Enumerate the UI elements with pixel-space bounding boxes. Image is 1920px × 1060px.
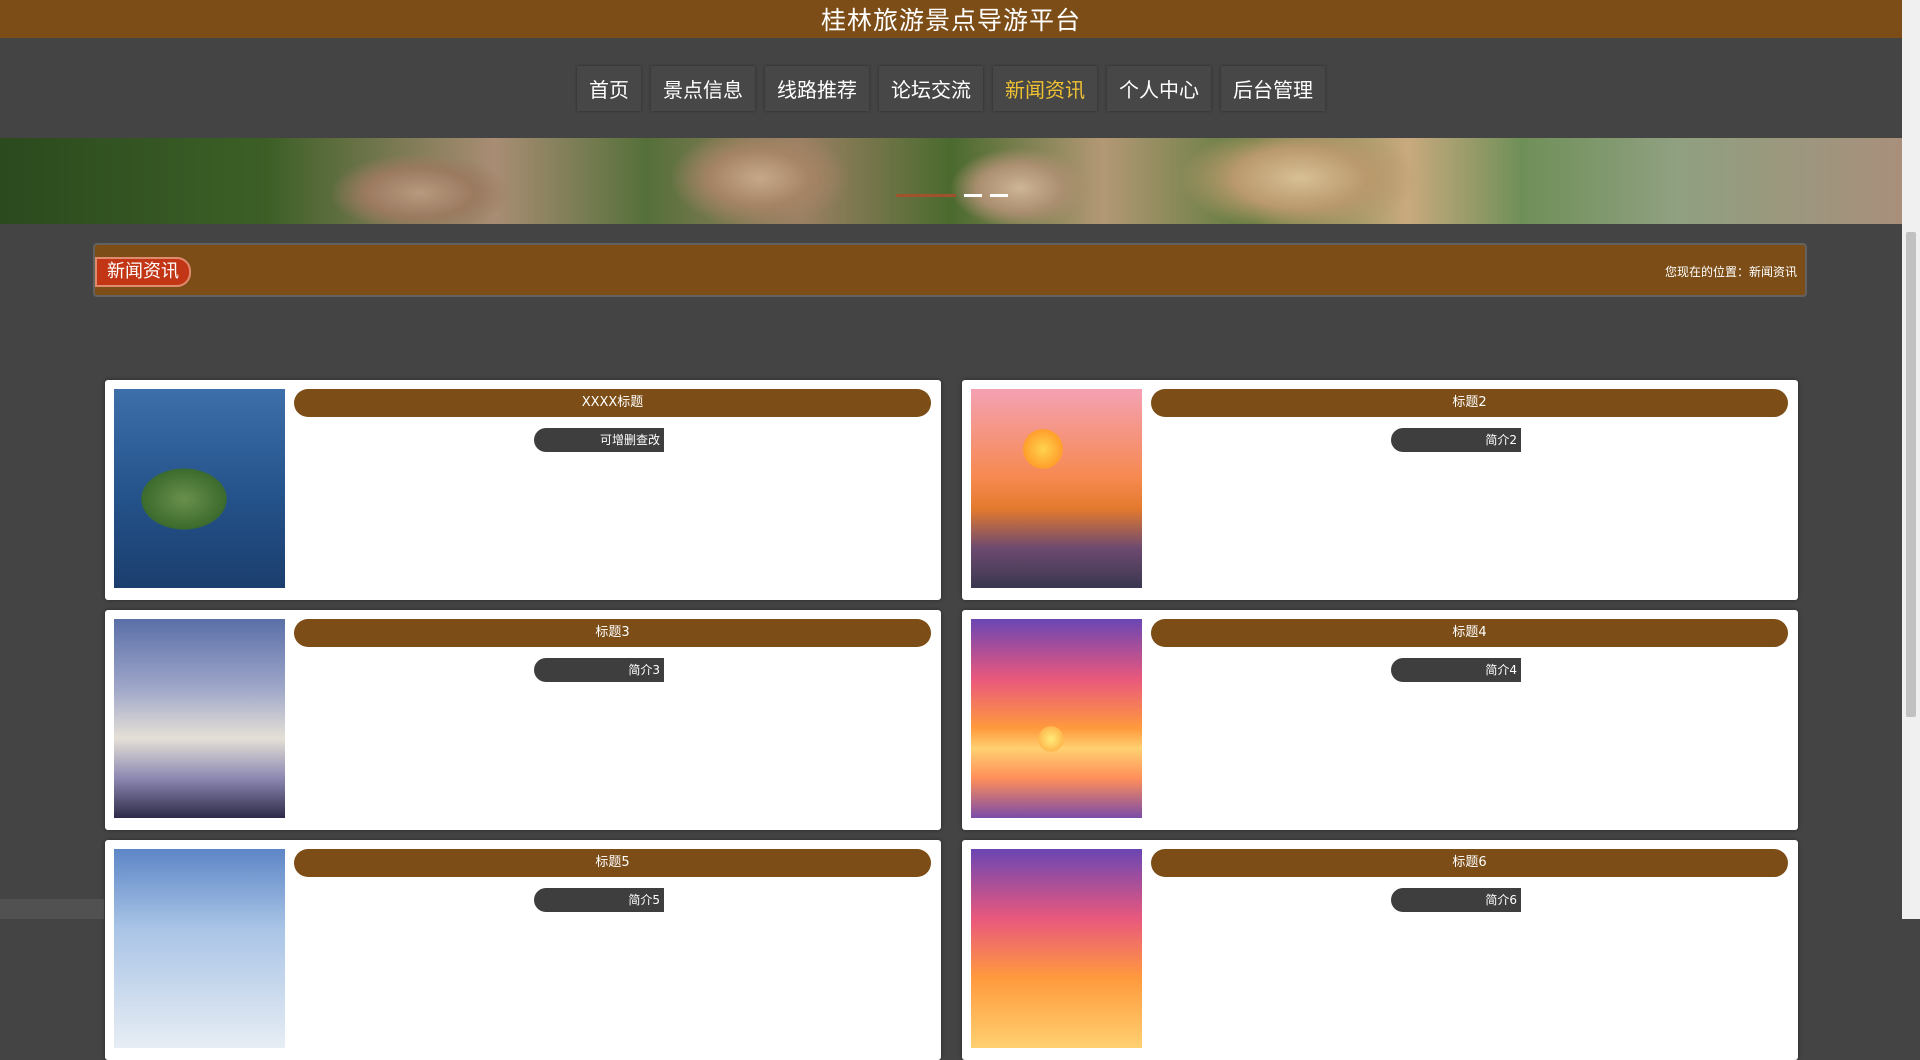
carousel-dot-3[interactable] — [990, 194, 1008, 197]
news-card-6[interactable]: 标题6 简介6 — [962, 840, 1798, 1060]
nav-item-news[interactable]: 新闻资讯 — [993, 65, 1097, 111]
nav-item-attractions[interactable]: 景点信息 — [651, 65, 755, 111]
sky-poster-image[interactable] — [114, 619, 285, 818]
dolphin-sunset-image[interactable] — [971, 619, 1142, 818]
nav-item-forum[interactable]: 论坛交流 — [879, 65, 983, 111]
news-title[interactable]: 标题2 — [1151, 389, 1788, 417]
news-brief: 简介3 — [534, 658, 664, 682]
section-header: 新闻资讯 您现在的位置：新闻资讯 — [93, 243, 1807, 297]
top-header-bar: 桂林旅游景点导游平台 — [0, 0, 1902, 38]
news-card-3[interactable]: 标题3 简介3 — [105, 610, 941, 830]
news-brief: 可增删查改 — [534, 428, 664, 452]
breadcrumb: 您现在的位置：新闻资讯 — [1664, 265, 1797, 279]
site-title: 桂林旅游景点导游平台 — [820, 6, 1081, 35]
banner-carousel — [0, 138, 1902, 224]
news-title[interactable]: XXXX标题 — [294, 389, 931, 417]
status-bar — [0, 899, 104, 919]
main-nav: 首页 景点信息 线路推荐 论坛交流 新闻资讯 个人中心 后台管理 — [0, 38, 1902, 138]
carousel-dot-2[interactable] — [964, 194, 982, 197]
carousel-dot-1[interactable] — [896, 194, 956, 197]
news-card-4[interactable]: 标题4 简介4 — [962, 610, 1798, 830]
nav-item-routes[interactable]: 线路推荐 — [765, 65, 869, 111]
cloud-sky-image[interactable] — [114, 849, 285, 1048]
nav-item-admin[interactable]: 后台管理 — [1221, 65, 1325, 111]
news-brief: 简介2 — [1391, 428, 1521, 452]
news-title[interactable]: 标题3 — [294, 619, 931, 647]
news-brief: 简介6 — [1391, 888, 1521, 912]
news-card-2[interactable]: 标题2 简介2 — [962, 380, 1798, 600]
dolphin-sunset-image[interactable] — [971, 849, 1142, 1048]
news-title[interactable]: 标题6 — [1151, 849, 1788, 877]
scrollbar-thumb[interactable] — [1906, 232, 1916, 717]
news-brief: 简介5 — [534, 888, 664, 912]
news-title[interactable]: 标题5 — [294, 849, 931, 877]
news-card-5[interactable]: 标题5 简介5 — [105, 840, 941, 1060]
news-brief: 简介4 — [1391, 658, 1521, 682]
news-title[interactable]: 标题4 — [1151, 619, 1788, 647]
nav-item-profile[interactable]: 个人中心 — [1107, 65, 1211, 111]
section-title: 新闻资讯 — [95, 257, 191, 287]
nav-item-home[interactable]: 首页 — [577, 65, 641, 111]
river-sunset-image[interactable] — [971, 389, 1142, 588]
carousel-indicators — [896, 194, 1008, 197]
news-card-1[interactable]: XXXX标题 可增删查改 — [105, 380, 941, 600]
island-aerial-image[interactable] — [114, 389, 285, 588]
